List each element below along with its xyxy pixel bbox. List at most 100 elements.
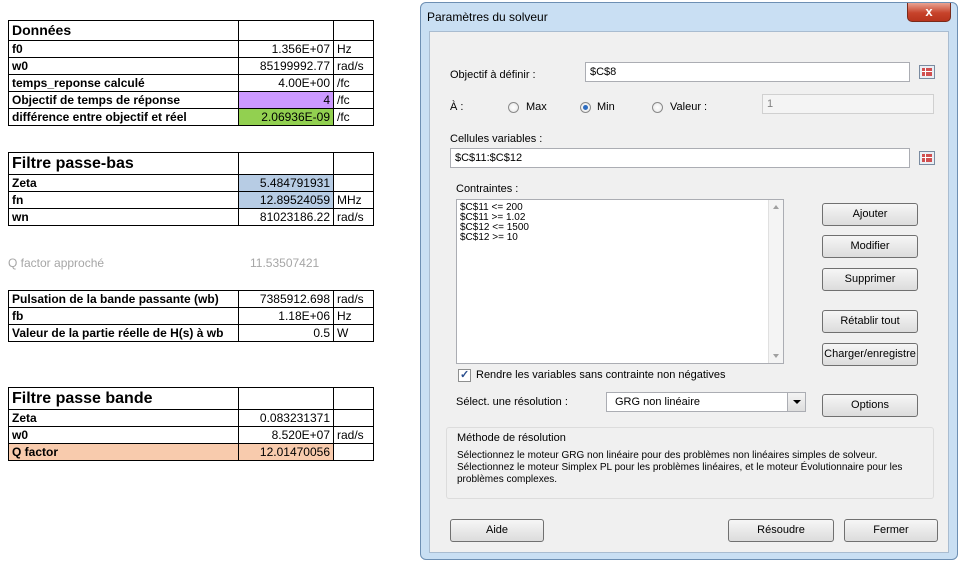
bande-passante-table: Pulsation de la bande passante (wb) 7385… [8,290,374,342]
options-button[interactable]: Options [822,394,918,417]
row-value[interactable]: 1.18E+06 [238,307,334,325]
supprimer-button[interactable]: Supprimer [822,268,918,291]
ajouter-button[interactable]: Ajouter [822,203,918,226]
passe-bande-header[interactable]: Filtre passe bande [8,387,239,410]
row-unit[interactable]: MHz [333,191,374,209]
row-label[interactable]: w0 [8,426,239,444]
row-unit[interactable]: Hz [333,40,374,58]
table-row: fb 1.18E+06 Hz [8,307,374,325]
row-unit[interactable]: /fc [333,91,374,109]
row-unit[interactable]: rad/s [333,290,374,308]
row-value[interactable]: 4.00E+00 [238,74,334,92]
cell[interactable] [238,152,334,175]
objectif-label: Objectif à définir : [450,69,536,81]
row-value[interactable]: 0.5 [238,324,334,342]
row-unit[interactable]: Hz [333,307,374,325]
close-button[interactable]: x [907,3,951,22]
valeur-input[interactable]: 1 [762,94,934,114]
radio-max[interactable] [508,102,519,113]
row-label[interactable]: Valeur de la partie réelle de H(s) à wb [8,324,239,342]
cell[interactable] [238,20,334,41]
row-label[interactable]: f0 [8,40,239,58]
row-value[interactable]: 4 [238,91,334,109]
table-row: différence entre objectif et réel 2.0693… [8,108,374,126]
q-factor-approx-value[interactable]: 11.53507421 [250,256,319,270]
scroll-down-icon[interactable] [773,354,779,358]
resolution-select[interactable]: GRG non linéaire [606,392,806,412]
row-value[interactable]: 85199992.77 [238,57,334,75]
resoudre-button[interactable]: Résoudre [728,519,834,542]
a-label: À : [450,101,464,113]
row-value[interactable]: 8.520E+07 [238,426,334,444]
row-label[interactable]: différence entre objectif et réel [8,108,239,126]
spreadsheet: Données f0 1.356E+07 Hz w0 85199992.77 r… [0,0,420,563]
aide-button[interactable]: Aide [450,519,544,542]
radio-valeur[interactable] [652,102,663,113]
title-bar[interactable]: Paramètres du solveur x [421,3,957,29]
row-unit[interactable] [333,443,374,461]
row-label[interactable]: Zeta [8,409,239,427]
row-label[interactable]: Zeta [8,174,239,192]
non-negative-checkbox[interactable] [458,368,471,382]
cell[interactable] [238,387,334,410]
list-item[interactable]: $C$12 >= 10 [457,233,783,243]
row-unit[interactable]: rad/s [333,426,374,444]
fermer-button[interactable]: Fermer [844,519,938,542]
table-row: Q factor 12.01470056 [8,443,374,461]
row-value[interactable]: 12.01470056 [238,443,334,461]
row-label[interactable]: fb [8,307,239,325]
row-unit[interactable]: /fc [333,74,374,92]
row-unit[interactable] [333,409,374,427]
radio-max-label[interactable]: Max [526,101,547,113]
row-label[interactable]: wn [8,208,239,226]
methode-description: Sélectionnez le moteur GRG non linéaire … [457,450,903,485]
radio-min[interactable] [580,102,591,113]
cell[interactable] [333,152,374,175]
row-unit[interactable]: /fc [333,108,374,126]
row-value[interactable]: 0.083231371 [238,409,334,427]
scroll-up-icon[interactable] [773,205,779,209]
row-label[interactable]: fn [8,191,239,209]
charger-button[interactable]: Charger/enregistre [822,343,918,366]
row-unit[interactable] [333,174,374,192]
row-value[interactable]: 7385912.698 [238,290,334,308]
table-row: Zeta 5.484791931 [8,174,374,192]
row-unit[interactable]: W [333,324,374,342]
retablir-button[interactable]: Rétablir tout [822,310,918,333]
row-value[interactable]: 12.89524059 [238,191,334,209]
resolution-label: Sélect. une résolution : [456,396,568,408]
cell[interactable] [333,387,374,410]
chevron-down-icon[interactable] [787,393,805,411]
donnees-table: Données f0 1.356E+07 Hz w0 85199992.77 r… [8,20,374,126]
row-value[interactable]: 81023186.22 [238,208,334,226]
row-label[interactable]: Pulsation de la bande passante (wb) [8,290,239,308]
non-negative-label[interactable]: Rendre les variables sans contrainte non… [476,369,725,381]
row-value[interactable]: 2.06936E-09 [238,108,334,126]
donnees-header[interactable]: Données [8,20,239,41]
scrollbar[interactable] [768,200,783,363]
close-icon: x [925,4,933,19]
radio-valeur-label[interactable]: Valeur : [670,101,707,113]
radio-min-label[interactable]: Min [597,101,615,113]
collapse-dialog-icon[interactable] [919,65,935,79]
row-label[interactable]: Objectif de temps de réponse [8,91,239,109]
row-unit[interactable]: rad/s [333,57,374,75]
cell[interactable] [333,20,374,41]
cellules-input[interactable]: $C$11:$C$12 [450,148,910,168]
row-value[interactable]: 1.356E+07 [238,40,334,58]
q-factor-approx-label[interactable]: Q factor approché [8,256,104,270]
row-label[interactable]: Q factor [8,443,239,461]
contraintes-label: Contraintes : [456,183,519,195]
modifier-button[interactable]: Modifier [822,235,918,258]
row-unit[interactable]: rad/s [333,208,374,226]
row-label[interactable]: temps_reponse calculé [8,74,239,92]
contraintes-list[interactable]: $C$11 <= 200 $C$11 >= 1.02 $C$12 <= 1500… [456,199,784,364]
collapse-dialog-icon[interactable] [919,151,935,165]
table-row: fn 12.89524059 MHz [8,191,374,209]
resolution-value: GRG non linéaire [615,396,700,408]
row-value[interactable]: 5.484791931 [238,174,334,192]
row-label[interactable]: w0 [8,57,239,75]
passe-bas-header[interactable]: Filtre passe-bas [8,152,239,175]
objectif-input[interactable]: $C$8 [585,62,910,82]
methode-title: Méthode de résolution [457,432,566,444]
